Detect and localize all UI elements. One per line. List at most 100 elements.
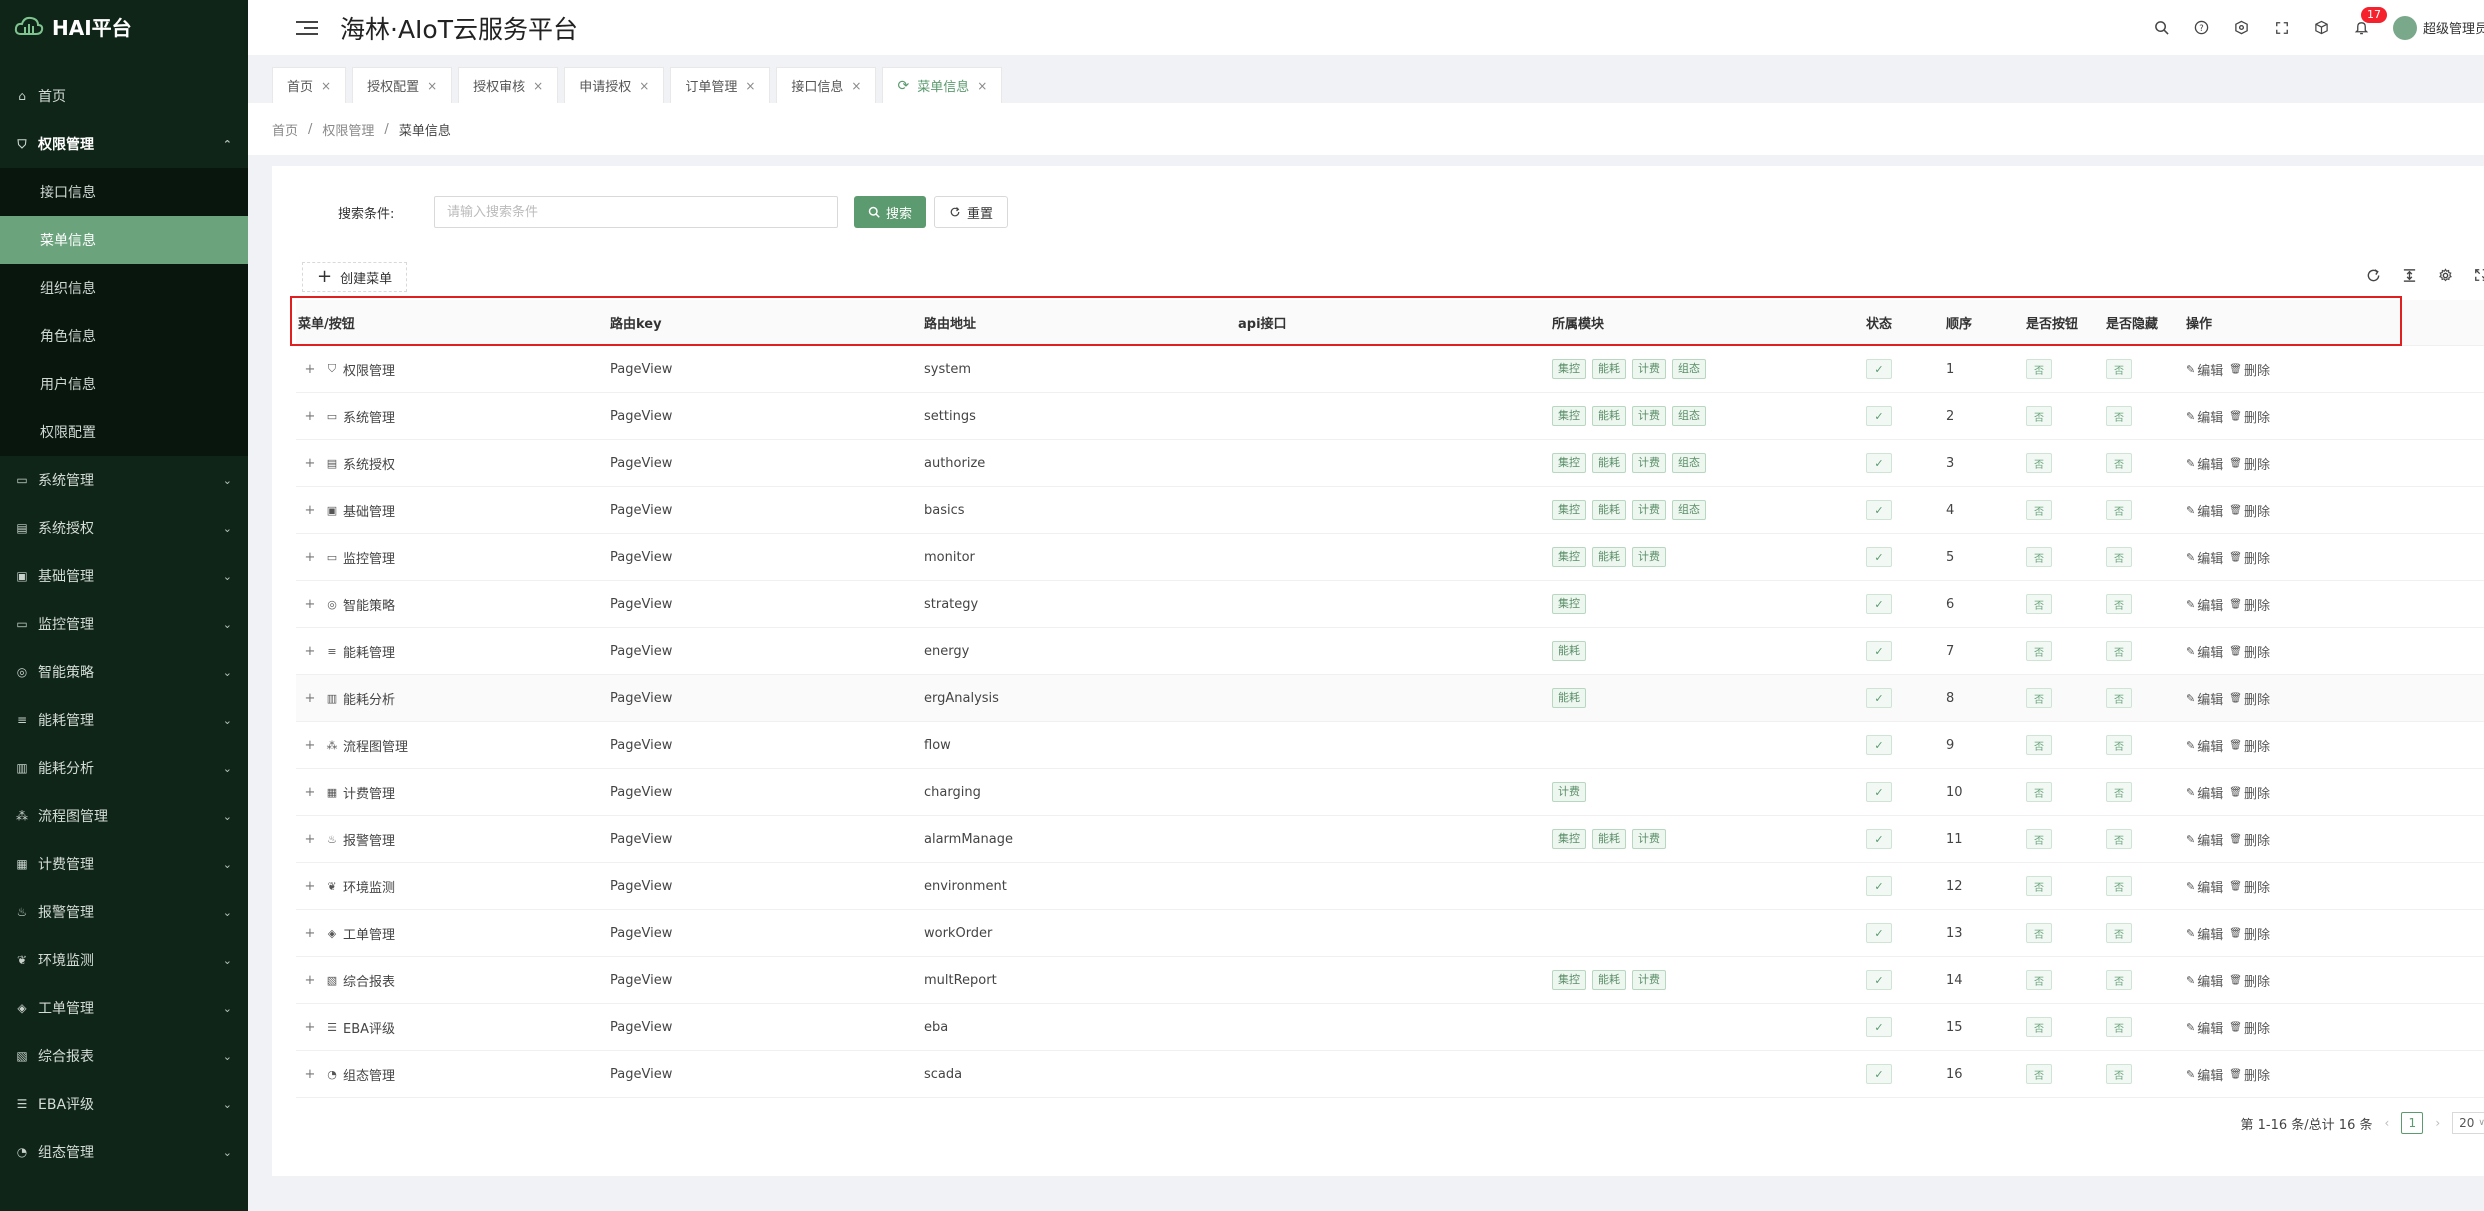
expand-icon[interactable]: +	[302, 362, 318, 377]
edit-button[interactable]: ✎ 编辑	[2186, 877, 2223, 896]
edit-button[interactable]: ✎ 编辑	[2186, 548, 2223, 567]
sidebar-item-11[interactable]: ▦ 计费管理 ⌄	[0, 840, 248, 888]
next-page-icon[interactable]: ›	[2435, 1116, 2440, 1130]
edit-button[interactable]: ✎ 编辑	[2186, 407, 2223, 426]
sidebar-subitem-5[interactable]: 用户信息	[0, 360, 248, 408]
expand-icon[interactable]: +	[302, 644, 318, 659]
edit-button[interactable]: ✎ 编辑	[2186, 1018, 2223, 1037]
table-row[interactable]: + ▣ 基础管理 PageView basics 集控 能耗 计费 组态 ✓ 4 否否 ✎ 编辑 🗑 删除	[296, 487, 2484, 534]
delete-button[interactable]: 🗑 删除	[2229, 689, 2270, 708]
sidebar-item-2[interactable]: ⛉ 权限管理 ⌃	[0, 120, 248, 168]
expand-icon[interactable]: +	[302, 973, 318, 988]
search-icon[interactable]	[2153, 19, 2171, 37]
sidebar-item-16[interactable]: ☰ EBA评级 ⌄	[0, 1080, 248, 1128]
table-row[interactable]: + ❦ 环境监测 PageView environment ✓ 12 否 否 ✎ 编辑 🗑 删除	[296, 863, 2484, 910]
settings-icon[interactable]	[2436, 266, 2454, 284]
expand-icon[interactable]: +	[302, 785, 318, 800]
table-row[interactable]: + ⁂ 流程图管理 PageView flow ✓ 9 否 否 ✎ 编辑 🗑 删除	[296, 722, 2484, 769]
delete-button[interactable]: 🗑 删除	[2229, 595, 2270, 614]
edit-button[interactable]: ✎ 编辑	[2186, 595, 2223, 614]
edit-button[interactable]: ✎ 编辑	[2186, 830, 2223, 849]
edit-button[interactable]: ✎ 编辑	[2186, 642, 2223, 661]
breadcrumb-item[interactable]: 首页	[272, 120, 298, 139]
delete-button[interactable]: 🗑 删除	[2229, 736, 2270, 755]
sidebar-item-12[interactable]: ♨ 报警管理 ⌄	[0, 888, 248, 936]
table-row[interactable]: + ♨ 报警管理 PageView alarmManage 集控 能耗 计费 ✓ 11 否否 ✎ 编辑 🗑…	[296, 816, 2484, 863]
delete-button[interactable]: 🗑 删除	[2229, 407, 2270, 426]
delete-button[interactable]: 🗑 删除	[2229, 924, 2270, 943]
table-row[interactable]: + ◎ 智能策略 PageView strategy 集控 ✓ 6 否 否 ✎ 编辑 🗑 删除	[296, 581, 2484, 628]
delete-button[interactable]: 🗑 删除	[2229, 548, 2270, 567]
column-height-icon[interactable]	[2400, 266, 2418, 284]
table-row[interactable]: + ▧ 综合报表 PageView multReport 集控 能耗 计费 ✓ 14 否否 ✎ 编辑 🗑 删…	[296, 957, 2484, 1004]
delete-button[interactable]: 🗑 删除	[2229, 783, 2270, 802]
close-icon[interactable]: ×	[427, 79, 437, 93]
create-menu-button[interactable]: + 创建菜单	[302, 262, 408, 292]
tab-5[interactable]: 订单管理 ×	[670, 67, 771, 103]
table-row[interactable]: + ▥ 能耗分析 PageView ergAnalysis 能耗 ✓ 8 否 否 ✎ 编辑 🗑 删除	[296, 675, 2484, 722]
sidebar-item-10[interactable]: ⁂ 流程图管理 ⌄	[0, 792, 248, 840]
fullscreen-icon[interactable]	[2472, 266, 2484, 284]
search-button[interactable]: 搜索	[854, 196, 927, 228]
sidebar-item-8[interactable]: ≡ 能耗管理 ⌄	[0, 696, 248, 744]
table-row[interactable]: + ≡ 能耗管理 PageView energy 能耗 ✓ 7 否 否 ✎ 编辑 🗑 删除	[296, 628, 2484, 675]
sidebar-item-6[interactable]: ▭ 监控管理 ⌄	[0, 600, 248, 648]
close-icon[interactable]: ×	[977, 79, 987, 93]
tab-4[interactable]: 申请授权 ×	[564, 67, 665, 103]
tab-2[interactable]: 授权配置 ×	[352, 67, 453, 103]
prev-page-icon[interactable]: ‹	[2385, 1116, 2390, 1130]
expand-icon[interactable]: +	[302, 691, 318, 706]
sidebar-item-3[interactable]: ▭ 系统管理 ⌄	[0, 456, 248, 504]
expand-icon[interactable]: +	[302, 738, 318, 753]
breadcrumb-item[interactable]: 权限管理	[322, 120, 374, 139]
edit-button[interactable]: ✎ 编辑	[2186, 924, 2223, 943]
help-icon[interactable]: ?	[2193, 19, 2211, 37]
bell-icon[interactable]: 17	[2353, 6, 2387, 37]
edit-button[interactable]: ✎ 编辑	[2186, 454, 2223, 473]
package-icon[interactable]	[2313, 19, 2331, 37]
user-menu[interactable]: 超级管理员	[2392, 15, 2484, 40]
tab-6[interactable]: 接口信息 ×	[776, 67, 877, 103]
expand-icon[interactable]: +	[302, 550, 318, 565]
expand-icon[interactable]: +	[302, 926, 318, 941]
sidebar-item-4[interactable]: ▤ 系统授权 ⌄	[0, 504, 248, 552]
edit-button[interactable]: ✎ 编辑	[2186, 736, 2223, 755]
reset-button[interactable]: 重置	[934, 196, 1009, 228]
delete-button[interactable]: 🗑 删除	[2229, 1018, 2270, 1037]
expand-icon[interactable]: +	[302, 409, 318, 424]
table-row[interactable]: + ◈ 工单管理 PageView workOrder ✓ 13 否 否 ✎ 编辑 🗑 删除	[296, 910, 2484, 957]
sidebar-item-7[interactable]: ◎ 智能策略 ⌄	[0, 648, 248, 696]
expand-icon[interactable]: +	[302, 832, 318, 847]
close-icon[interactable]: ×	[745, 79, 755, 93]
table-row[interactable]: + ▤ 系统授权 PageView authorize 集控 能耗 计费 组态 ✓ 3 否否 ✎ 编辑 🗑 删…	[296, 440, 2484, 487]
table-row[interactable]: + ▭ 监控管理 PageView monitor 集控 能耗 计费 ✓ 5 否否 ✎ 编辑 🗑 删除	[296, 534, 2484, 581]
close-icon[interactable]: ×	[321, 79, 331, 93]
edit-button[interactable]: ✎ 编辑	[2186, 783, 2223, 802]
sidebar-subitem-6[interactable]: 权限配置	[0, 408, 248, 456]
edit-button[interactable]: ✎ 编辑	[2186, 501, 2223, 520]
sidebar-item-1[interactable]: ⌂ 首页	[0, 72, 248, 120]
sidebar-subitem-1[interactable]: 接口信息	[0, 168, 248, 216]
close-icon[interactable]: ×	[533, 79, 543, 93]
delete-button[interactable]: 🗑 删除	[2229, 642, 2270, 661]
delete-button[interactable]: 🗑 删除	[2229, 1065, 2270, 1084]
tab-1[interactable]: 首页 ×	[272, 67, 347, 103]
expand-icon[interactable]: +	[302, 1067, 318, 1082]
tab-3[interactable]: 授权审核 ×	[458, 67, 559, 103]
delete-button[interactable]: 🗑 删除	[2229, 454, 2270, 473]
expand-icon[interactable]: +	[302, 1020, 318, 1035]
sidebar-subitem-3[interactable]: 组织信息	[0, 264, 248, 312]
expand-icon[interactable]: +	[302, 879, 318, 894]
delete-button[interactable]: 🗑 删除	[2229, 501, 2270, 520]
edit-button[interactable]: ✎ 编辑	[2186, 689, 2223, 708]
close-icon[interactable]: ×	[851, 79, 861, 93]
sidebar-item-5[interactable]: ▣ 基础管理 ⌄	[0, 552, 248, 600]
delete-button[interactable]: 🗑 删除	[2229, 360, 2270, 379]
sidebar-subitem-4[interactable]: 角色信息	[0, 312, 248, 360]
fullscreen-icon[interactable]	[2273, 19, 2291, 37]
table-row[interactable]: + ◔ 组态管理 PageView scada ✓ 16 否 否 ✎ 编辑 🗑 删除	[296, 1051, 2484, 1098]
edit-button[interactable]: ✎ 编辑	[2186, 360, 2223, 379]
expand-icon[interactable]: +	[302, 503, 318, 518]
close-icon[interactable]: ×	[639, 79, 649, 93]
table-row[interactable]: + ▭ 系统管理 PageView settings 集控 能耗 计费 组态 ✓ 2 否否 ✎ 编辑 🗑 删除	[296, 393, 2484, 440]
